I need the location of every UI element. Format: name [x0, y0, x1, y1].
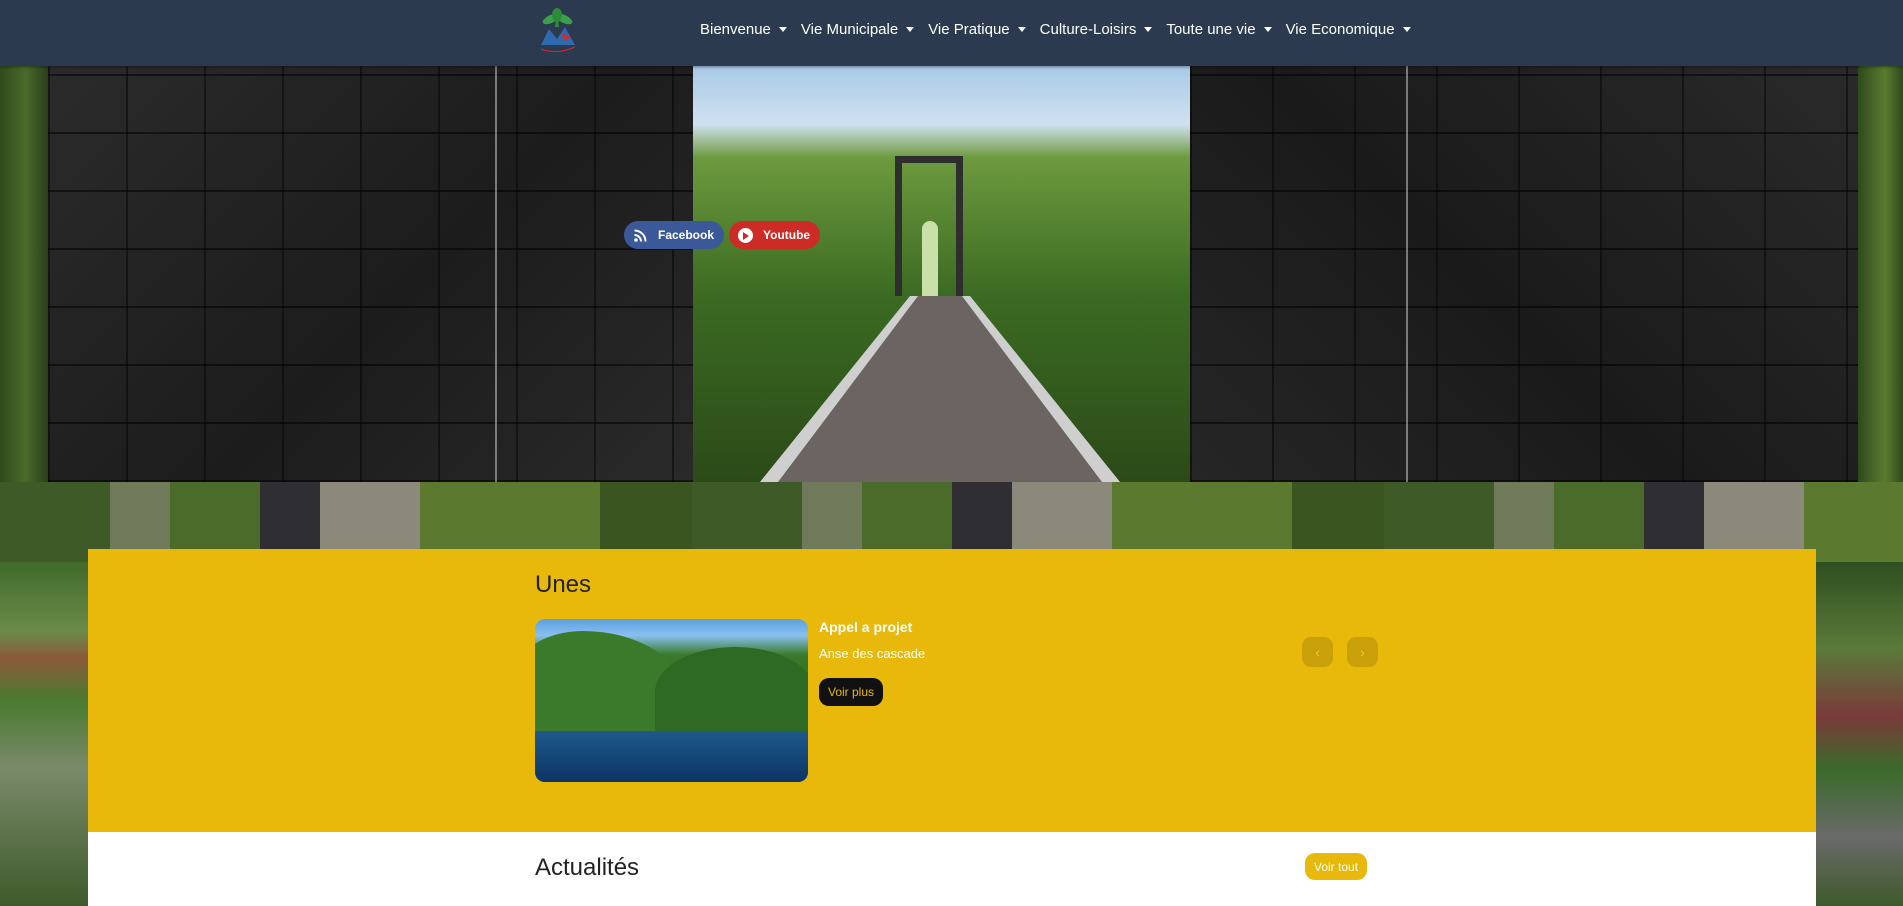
bridge-cable: [495, 66, 497, 482]
hero-foliage-left: [0, 66, 52, 482]
unes-section: Unes Appel a projet Anse des cascade Voi…: [88, 549, 1816, 832]
nav-item-vie-municipale[interactable]: Vie Municipale: [800, 20, 915, 38]
unes-item-heading[interactable]: Appel a projet: [819, 619, 912, 635]
nav-item-bienvenue[interactable]: Bienvenue: [700, 21, 787, 38]
nav-item-vie-pratique[interactable]: Vie Pratique: [928, 20, 1026, 38]
image-sea: [535, 731, 808, 782]
commune-logo[interactable]: [535, 7, 581, 55]
nav-item-vie-economique[interactable]: Vie Economique: [1286, 21, 1411, 38]
chevron-left-icon: ‹: [1315, 644, 1320, 660]
youtube-button[interactable]: Youtube: [729, 221, 821, 249]
actualites-section: Actualités Voir tout: [88, 832, 1816, 906]
main-nav: Bienvenue Vie Municipale Vie Pratique Cu…: [700, 0, 1425, 58]
rss-icon: [632, 227, 648, 243]
caret-down-icon: [1402, 26, 1411, 32]
bridge-deck: [760, 66, 1120, 482]
nav-label: Bienvenue: [700, 20, 771, 38]
nav-label: Vie Municipale: [800, 20, 899, 38]
youtube-play-icon: [737, 227, 753, 243]
unes-item-subtitle: Anse des cascade: [819, 646, 926, 661]
caret-down-icon: [1017, 26, 1026, 32]
bridge-tower: [895, 156, 963, 296]
aerial-background-left: [0, 562, 88, 906]
facebook-label: Facebook: [658, 228, 715, 242]
bridge-cable: [1406, 66, 1408, 482]
carousel-next-button[interactable]: ›: [1347, 637, 1378, 667]
hero-stone-pillar-left: [48, 66, 693, 482]
nav-label: Culture-Loisirs: [1039, 20, 1137, 38]
unes-title: Unes: [535, 571, 592, 598]
caret-down-icon: [1144, 26, 1153, 32]
aerial-background-right: [1815, 562, 1903, 906]
voir-plus-button[interactable]: Voir plus: [819, 678, 884, 706]
facebook-button[interactable]: Facebook: [624, 221, 725, 249]
nav-label: Vie Pratique: [928, 20, 1010, 38]
carousel-prev-button[interactable]: ‹: [1302, 637, 1333, 667]
bridge-arch: [922, 221, 938, 296]
caret-down-icon: [778, 26, 787, 32]
unes-item-image[interactable]: [535, 619, 808, 782]
caret-down-icon: [906, 26, 915, 32]
hero-bridge-view: [693, 66, 1190, 482]
voir-tout-button[interactable]: Voir tout: [1305, 853, 1368, 880]
chevron-right-icon: ›: [1360, 644, 1365, 660]
hero-foliage-right: [1858, 66, 1903, 482]
actualites-title: Actualités: [535, 854, 640, 881]
nav-item-culture-loisirs[interactable]: Culture-Loisirs: [1040, 21, 1153, 38]
caret-down-icon: [1263, 26, 1272, 32]
site-header: Bienvenue Vie Municipale Vie Pratique Cu…: [0, 0, 1903, 66]
nav-item-toute-une-vie[interactable]: Toute une vie: [1166, 20, 1272, 38]
nav-label: Vie Economique: [1285, 20, 1395, 38]
hero-banner: Facebook Youtube: [0, 66, 1903, 482]
image-hill: [655, 647, 808, 737]
nav-label: Toute une vie: [1166, 20, 1256, 38]
hero-stone-pillar-right: [1190, 66, 1858, 482]
youtube-label: Youtube: [763, 228, 811, 242]
